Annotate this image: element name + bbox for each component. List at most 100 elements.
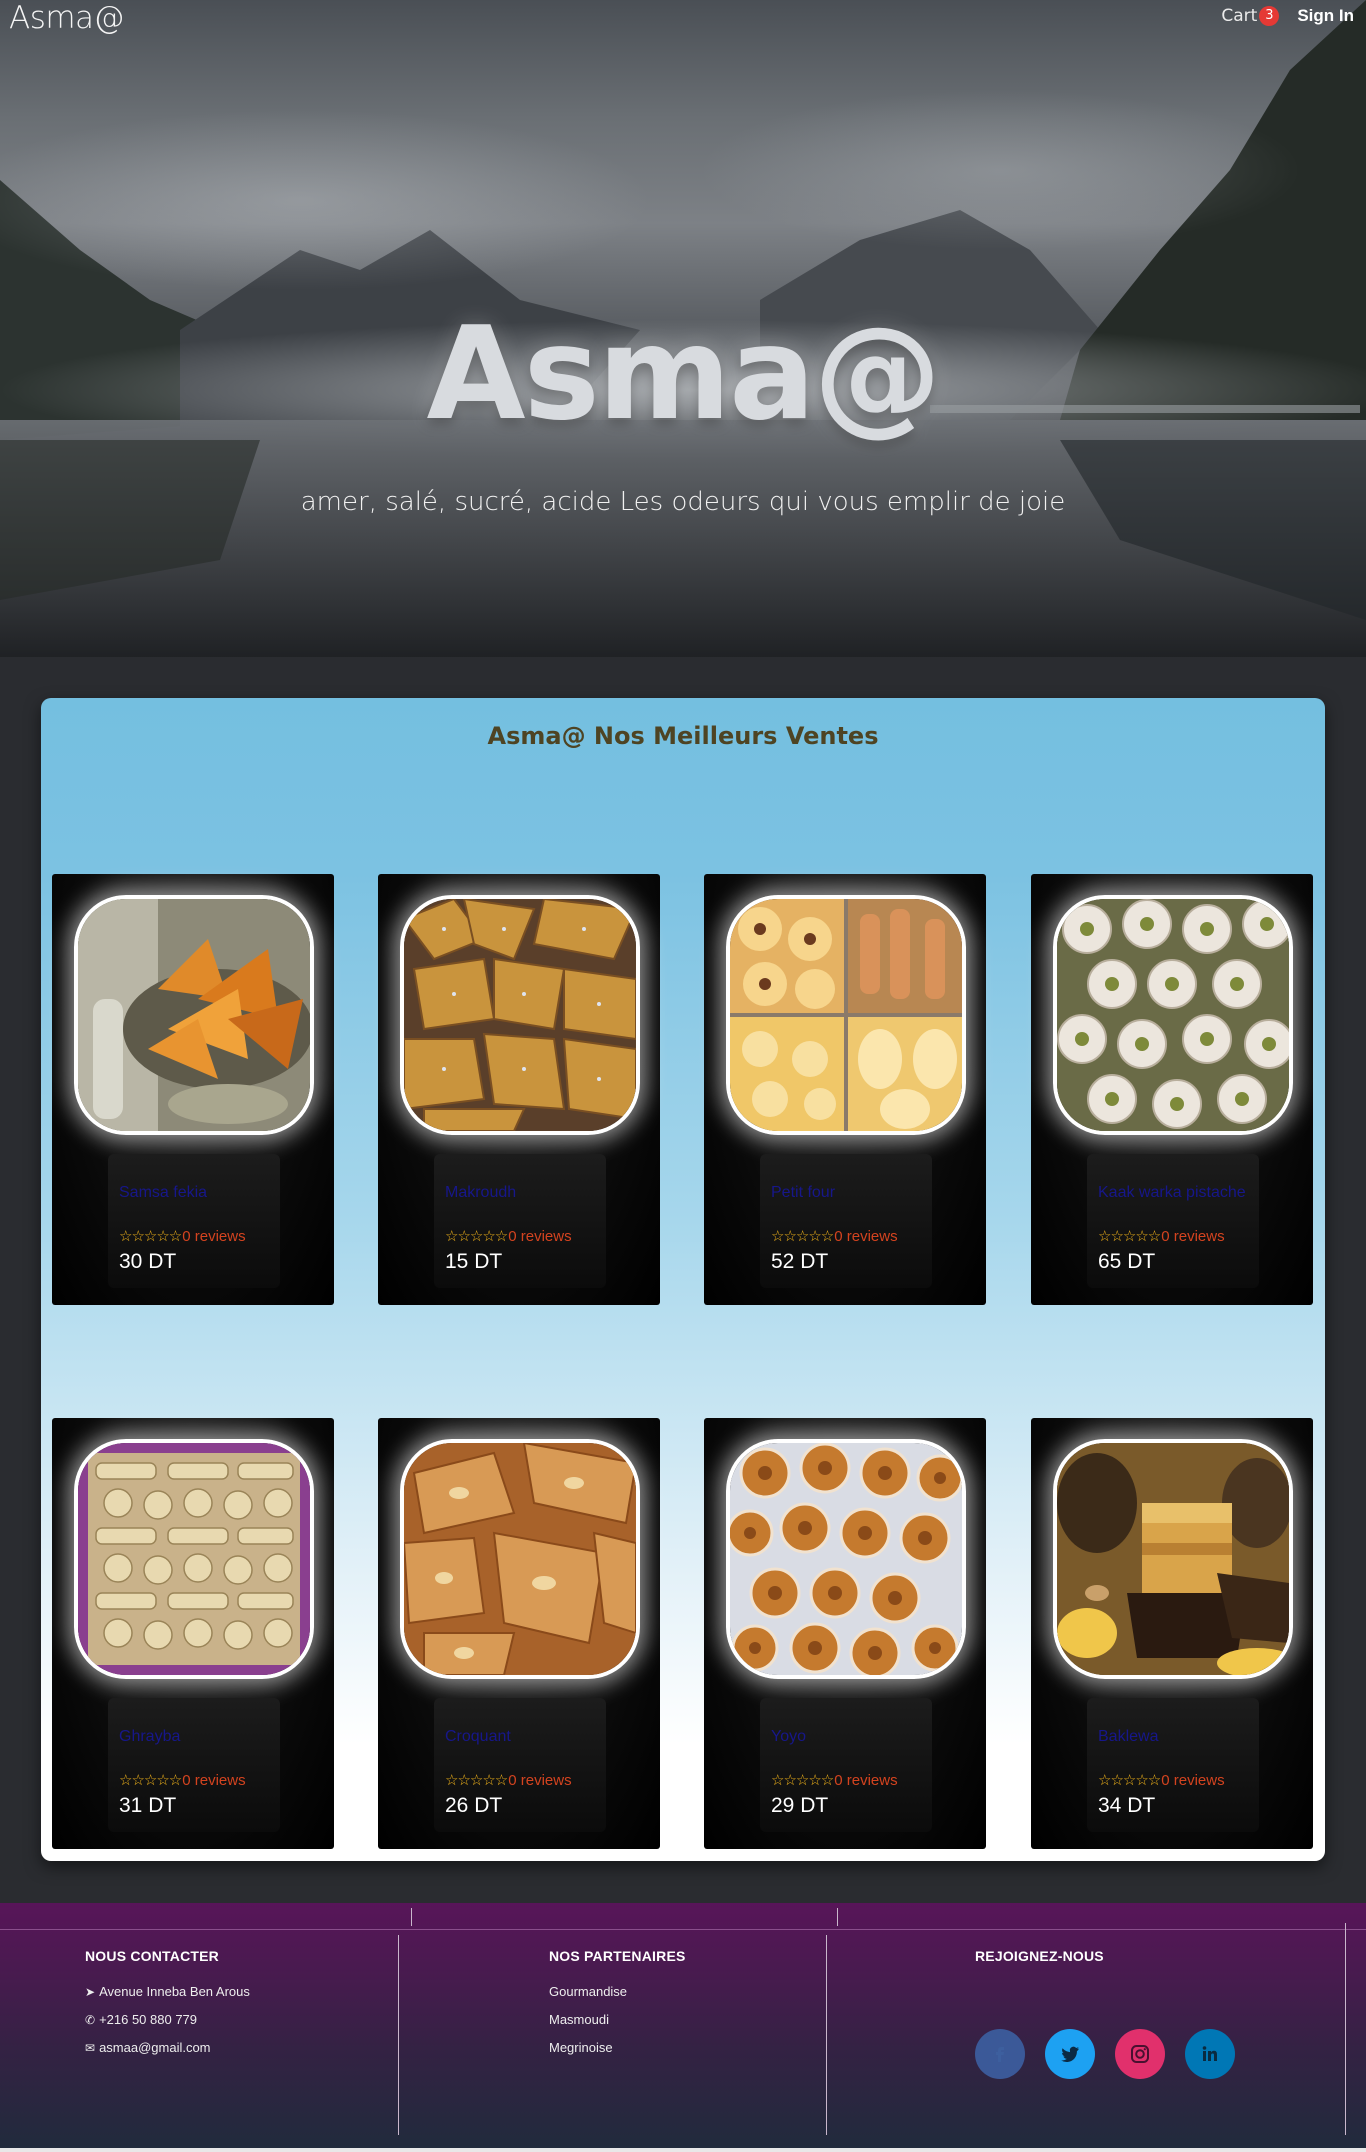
cart-label: Cart: [1221, 6, 1258, 26]
product-name[interactable]: Petit four: [771, 1184, 835, 1202]
product-info: Yoyo ☆☆☆☆☆ 0 reviews 29 DT: [760, 1698, 932, 1832]
product-info: Croquant ☆☆☆☆☆ 0 reviews 26 DT: [434, 1698, 606, 1832]
cart-link[interactable]: Cart 3: [1221, 6, 1280, 26]
facebook-button[interactable]: [975, 2029, 1025, 2079]
review-count: 0 reviews: [182, 1227, 246, 1245]
product-info: Makroudh ☆☆☆☆☆ 0 reviews 15 DT: [434, 1154, 606, 1288]
location-arrow-icon: ➤: [85, 1985, 96, 1999]
product-name[interactable]: Kaak warka pistache: [1098, 1184, 1246, 1202]
phone-text: +216 50 880 779: [99, 2012, 198, 2027]
product-image[interactable]: [726, 1439, 966, 1679]
star-rating-icon: ☆☆☆☆☆: [1098, 1772, 1161, 1789]
best-sellers-panel: Asma@ Nos Meilleurs Ventes Samsa fekia ☆…: [41, 698, 1325, 1861]
product-image[interactable]: [74, 1439, 314, 1679]
star-rating-icon: ☆☆☆☆☆: [771, 1772, 834, 1789]
contact-phone[interactable]: ✆ +216 50 880 779: [85, 2012, 197, 2027]
product-card[interactable]: Croquant ☆☆☆☆☆ 0 reviews 26 DT: [378, 1418, 660, 1849]
footer-column-divider: [826, 1935, 827, 2135]
phone-icon: ✆: [85, 2013, 96, 2027]
instagram-icon: [1131, 2045, 1149, 2063]
product-image[interactable]: [400, 1439, 640, 1679]
product-card[interactable]: Kaak warka pistache ☆☆☆☆☆ 0 reviews 65 D…: [1031, 874, 1313, 1305]
product-image[interactable]: [1053, 895, 1293, 1135]
review-count: 0 reviews: [1161, 1771, 1225, 1789]
twitter-button[interactable]: [1045, 2029, 1095, 2079]
product-card[interactable]: Petit four ☆☆☆☆☆ 0 reviews 52 DT: [704, 874, 986, 1305]
partner-link[interactable]: Megrinoise: [549, 2040, 613, 2055]
footer-column-divider: [837, 1908, 838, 1926]
address-text: Avenue Inneba Ben Arous: [99, 1984, 250, 1999]
product-name[interactable]: Yoyo: [771, 1728, 806, 1746]
join-title: REJOIGNEZ-NOUS: [975, 1948, 1104, 1964]
footer-column-divider: [411, 1908, 412, 1926]
samsa-photo: [78, 899, 310, 1131]
product-info: Petit four ☆☆☆☆☆ 0 reviews 52 DT: [760, 1154, 932, 1288]
star-rating-icon: ☆☆☆☆☆: [445, 1772, 508, 1789]
makroudh-photo: [404, 899, 636, 1131]
product-card[interactable]: Makroudh ☆☆☆☆☆ 0 reviews 15 DT: [378, 874, 660, 1305]
product-price: 52 DT: [771, 1250, 829, 1273]
product-image[interactable]: [74, 895, 314, 1135]
partner-link[interactable]: Gourmandise: [549, 1984, 627, 1999]
product-price: 15 DT: [445, 1250, 503, 1273]
review-count: 0 reviews: [834, 1227, 898, 1245]
contact-email[interactable]: ✉ asmaa@gmail.com: [85, 2040, 211, 2055]
product-info: Samsa fekia ☆☆☆☆☆ 0 reviews 30 DT: [108, 1154, 280, 1288]
product-info: Ghrayba ☆☆☆☆☆ 0 reviews 31 DT: [108, 1698, 280, 1832]
sign-in-link[interactable]: Sign In: [1297, 6, 1354, 26]
product-price: 34 DT: [1098, 1794, 1156, 1817]
petit-four-photo: [730, 899, 962, 1131]
cart-count-badge: 3: [1259, 6, 1280, 26]
product-rating: ☆☆☆☆☆ 0 reviews: [445, 1771, 572, 1790]
review-count: 0 reviews: [1161, 1227, 1225, 1245]
hero-banner: Asma@ Cart 3 Sign In Asma@ amer, salé, s…: [0, 0, 1366, 657]
product-info: Baklewa ☆☆☆☆☆ 0 reviews 34 DT: [1087, 1698, 1259, 1832]
product-rating: ☆☆☆☆☆ 0 reviews: [445, 1227, 572, 1246]
review-count: 0 reviews: [508, 1227, 572, 1245]
email-text: asmaa@gmail.com: [99, 2040, 211, 2055]
brand-logo[interactable]: Asma@: [9, 0, 125, 36]
product-rating: ☆☆☆☆☆ 0 reviews: [119, 1227, 246, 1246]
product-name[interactable]: Samsa fekia: [119, 1184, 207, 1202]
croquant-photo: [404, 1443, 636, 1675]
star-rating-icon: ☆☆☆☆☆: [1098, 1228, 1161, 1245]
product-price: 31 DT: [119, 1794, 177, 1817]
site-footer: NOUS CONTACTER ➤ Avenue Inneba Ben Arous …: [0, 1903, 1366, 2152]
footer-divider: [0, 1929, 1366, 1930]
product-card[interactable]: Yoyo ☆☆☆☆☆ 0 reviews 29 DT: [704, 1418, 986, 1849]
product-card[interactable]: Ghrayba ☆☆☆☆☆ 0 reviews 31 DT: [52, 1418, 334, 1849]
product-name[interactable]: Croquant: [445, 1728, 511, 1746]
product-price: 29 DT: [771, 1794, 829, 1817]
product-image[interactable]: [1053, 1439, 1293, 1679]
product-price: 26 DT: [445, 1794, 503, 1817]
linkedin-button[interactable]: [1185, 2029, 1235, 2079]
product-rating: ☆☆☆☆☆ 0 reviews: [1098, 1771, 1225, 1790]
ghrayba-photo: [78, 1443, 310, 1675]
product-image[interactable]: [400, 895, 640, 1135]
product-image[interactable]: [726, 895, 966, 1135]
partner-link[interactable]: Masmoudi: [549, 2012, 609, 2027]
yoyo-photo: [730, 1443, 962, 1675]
star-rating-icon: ☆☆☆☆☆: [771, 1228, 834, 1245]
kaak-warka-photo: [1057, 899, 1289, 1131]
footer-column-divider: [398, 1935, 399, 2135]
product-name[interactable]: Ghrayba: [119, 1728, 180, 1746]
product-card[interactable]: Samsa fekia ☆☆☆☆☆ 0 reviews 30 DT: [52, 874, 334, 1305]
top-nav: Cart 3 Sign In: [1221, 6, 1354, 26]
hero-subtitle: amer, salé, sucré, acide Les odeurs qui …: [300, 487, 1066, 517]
partners-title: NOS PARTENAIRES: [549, 1948, 686, 1964]
star-rating-icon: ☆☆☆☆☆: [119, 1772, 182, 1789]
product-rating: ☆☆☆☆☆ 0 reviews: [771, 1227, 898, 1246]
product-card[interactable]: Baklewa ☆☆☆☆☆ 0 reviews 34 DT: [1031, 1418, 1313, 1849]
section-title: Asma@ Nos Meilleurs Ventes: [487, 722, 879, 750]
product-name[interactable]: Baklewa: [1098, 1728, 1158, 1746]
twitter-icon: [1061, 2046, 1079, 2063]
facebook-icon: [996, 2047, 1004, 2062]
product-name[interactable]: Makroudh: [445, 1184, 516, 1202]
baklewa-photo: [1057, 1443, 1289, 1675]
envelope-icon: ✉: [85, 2041, 96, 2055]
product-price: 30 DT: [119, 1250, 177, 1273]
footer-column-divider: [1345, 1923, 1346, 2135]
instagram-button[interactable]: [1115, 2029, 1165, 2079]
hero-title: Asma@: [426, 300, 942, 449]
